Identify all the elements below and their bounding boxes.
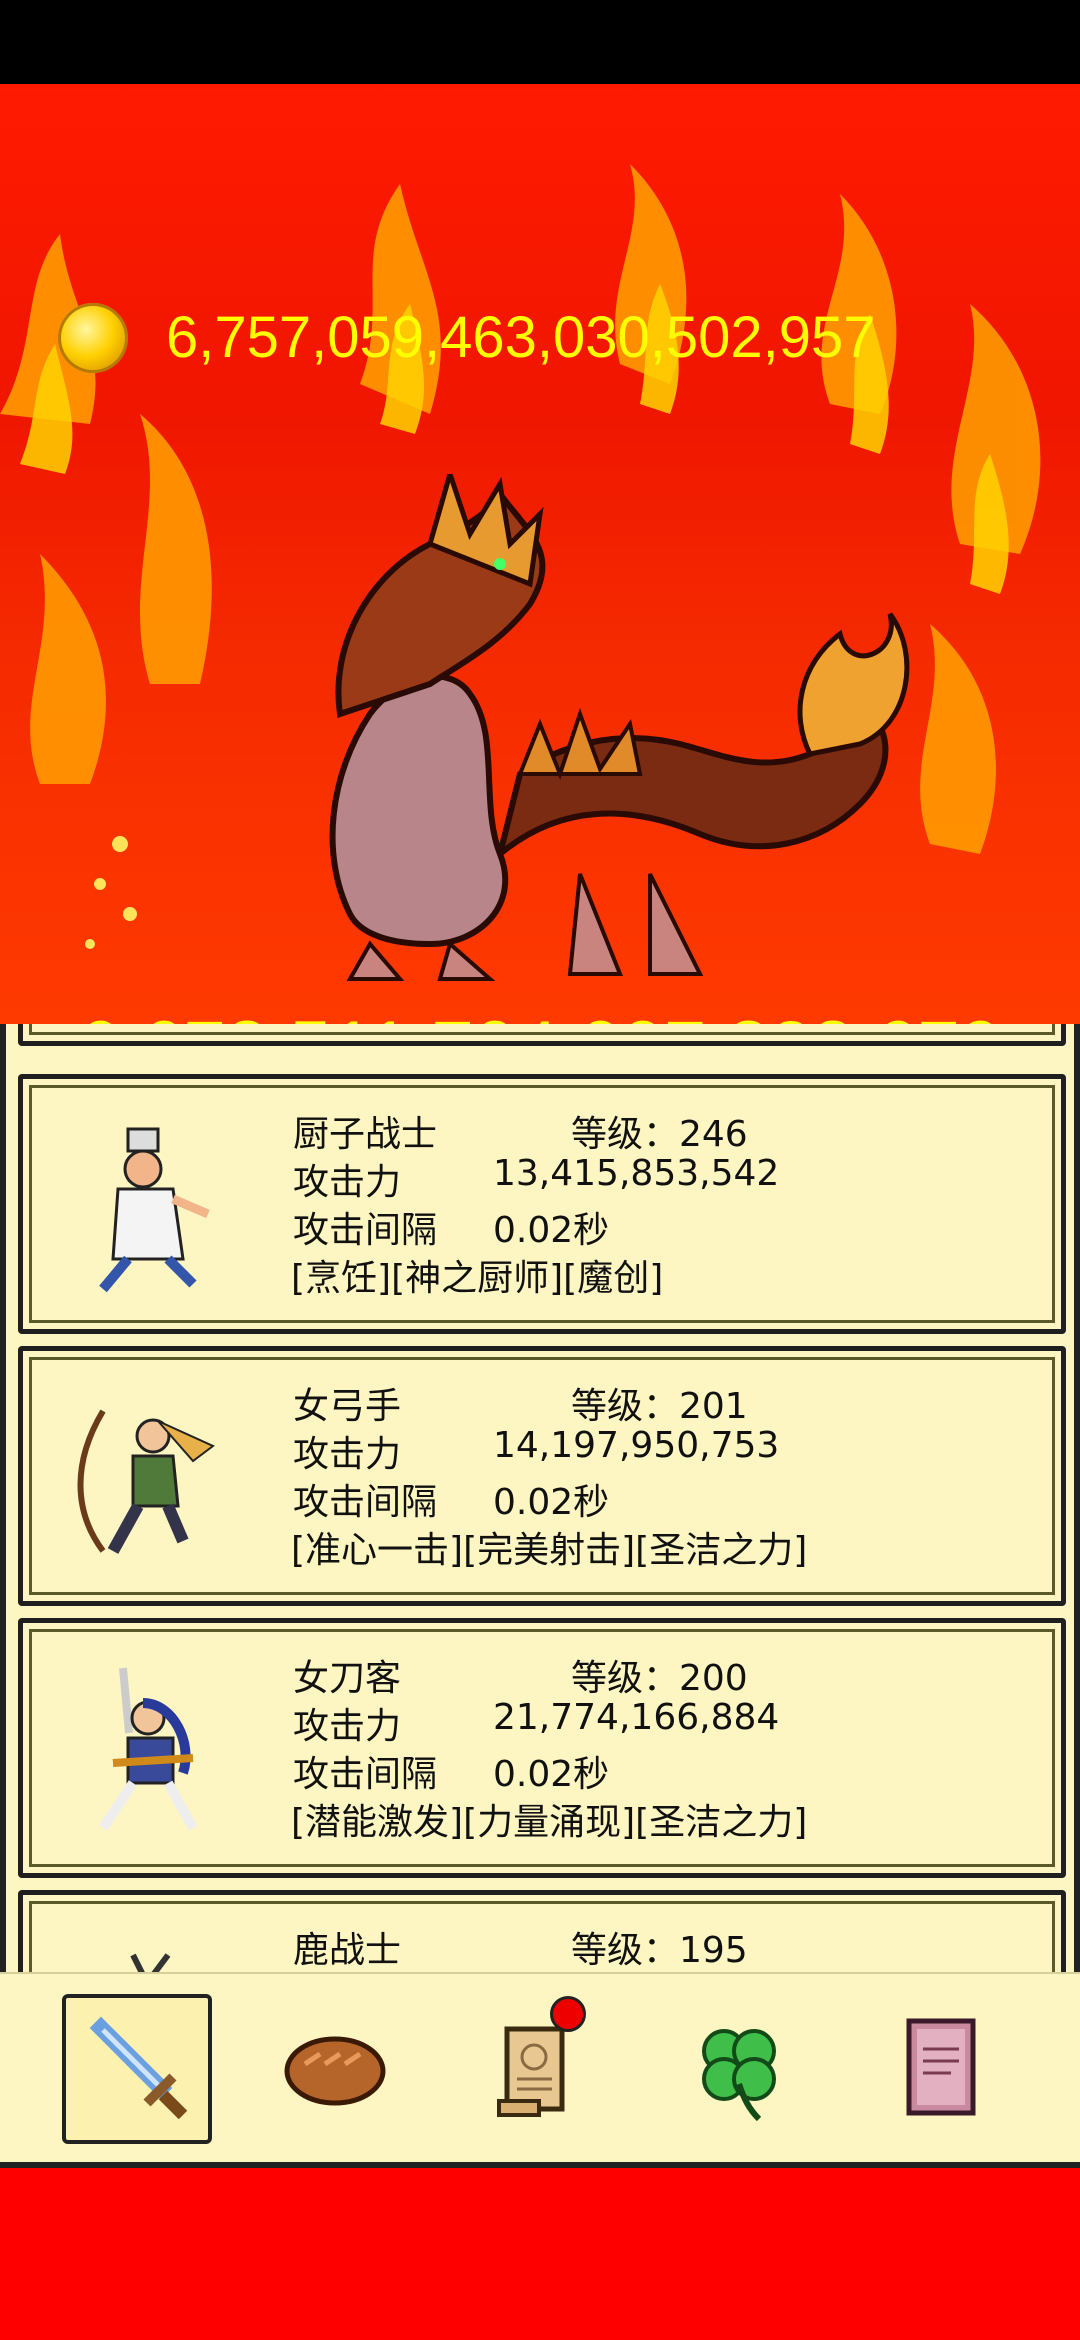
tab-food[interactable] [260, 1994, 410, 2144]
status-bar [0, 0, 1080, 84]
attack-label: 攻击力 [293, 1162, 402, 1203]
attack-value: 21,774,166,884 [493, 1697, 780, 1738]
attack-value: 14,197,950,753 [493, 1425, 780, 1466]
hero-level: 等级：201 [571, 1386, 748, 1427]
fire-dragon-boss[interactable] [200, 474, 920, 994]
chef-warrior-portrait [99, 1127, 210, 1293]
hero-level: 等级：246 [571, 1114, 748, 1155]
tab-heroes[interactable] [62, 1994, 212, 2144]
female-swordsman-portrait [98, 1667, 198, 1831]
notification-badge [550, 1996, 586, 2032]
tab-luck[interactable] [664, 1994, 814, 2144]
hero-level: 等级：200 [571, 1658, 748, 1699]
tab-codex[interactable] [866, 1994, 1016, 2144]
hero-card-female-swordsman[interactable]: 女刀客 等级：200 攻击力 21,774,166,884 攻击间隔 0.02秒… [18, 1618, 1066, 1878]
hero-name: 厨子战士 [293, 1114, 438, 1155]
hero-skills: [准心一击][完美射击][圣洁之力] [291, 1530, 808, 1571]
interval-label: 攻击间隔 [293, 1754, 438, 1795]
battle-scene[interactable]: 6,757,059,463,030,502,957 6,678,511,704,… [0, 84, 1080, 1024]
interval-label: 攻击间隔 [293, 1210, 438, 1251]
hero-card-chef-warrior[interactable]: 厨子战士 等级：246 攻击力 13,415,853,542 攻击间隔 0.02… [18, 1074, 1066, 1334]
hero-name: 鹿战士 [293, 1930, 402, 1971]
bottom-tab-bar[interactable] [0, 1972, 1080, 2168]
boss-hp: 6,678,511,704,007,823,679 [0, 1004, 1080, 1024]
attack-label: 攻击力 [293, 1706, 402, 1747]
bread-icon [284, 2036, 386, 2106]
interval-label: 攻击间隔 [293, 1482, 438, 1523]
tab-quests[interactable] [462, 1994, 612, 2144]
hero-skills: [烹饪][神之厨师][魔创] [291, 1258, 664, 1299]
gold-counter: 6,757,059,463,030,502,957 [58, 298, 876, 378]
hero-card-female-archer[interactable]: 女弓手 等级：201 攻击力 14,197,950,753 攻击间隔 0.02秒… [18, 1346, 1066, 1606]
clover-icon [702, 2029, 776, 2122]
hero-level: 等级：195 [571, 1930, 748, 1971]
book-icon [906, 2018, 976, 2116]
sword-icon [89, 2016, 188, 2120]
attack-value: 13,415,853,542 [493, 1153, 780, 1194]
interval-value: 0.02秒 [493, 1210, 610, 1251]
hero-skills: [潜能激发][力量涌现][圣洁之力] [291, 1802, 808, 1843]
hero-card-partial[interactable] [18, 1024, 1066, 1046]
interval-value: 0.02秒 [493, 1754, 610, 1795]
female-archer-portrait [77, 1409, 215, 1554]
gold-coin-icon [58, 303, 128, 373]
gold-amount: 6,757,059,463,030,502,957 [166, 305, 876, 370]
hero-name: 女弓手 [293, 1386, 402, 1427]
interval-value: 0.02秒 [493, 1482, 610, 1523]
hero-name: 女刀客 [293, 1658, 402, 1699]
attack-label: 攻击力 [293, 1434, 402, 1475]
